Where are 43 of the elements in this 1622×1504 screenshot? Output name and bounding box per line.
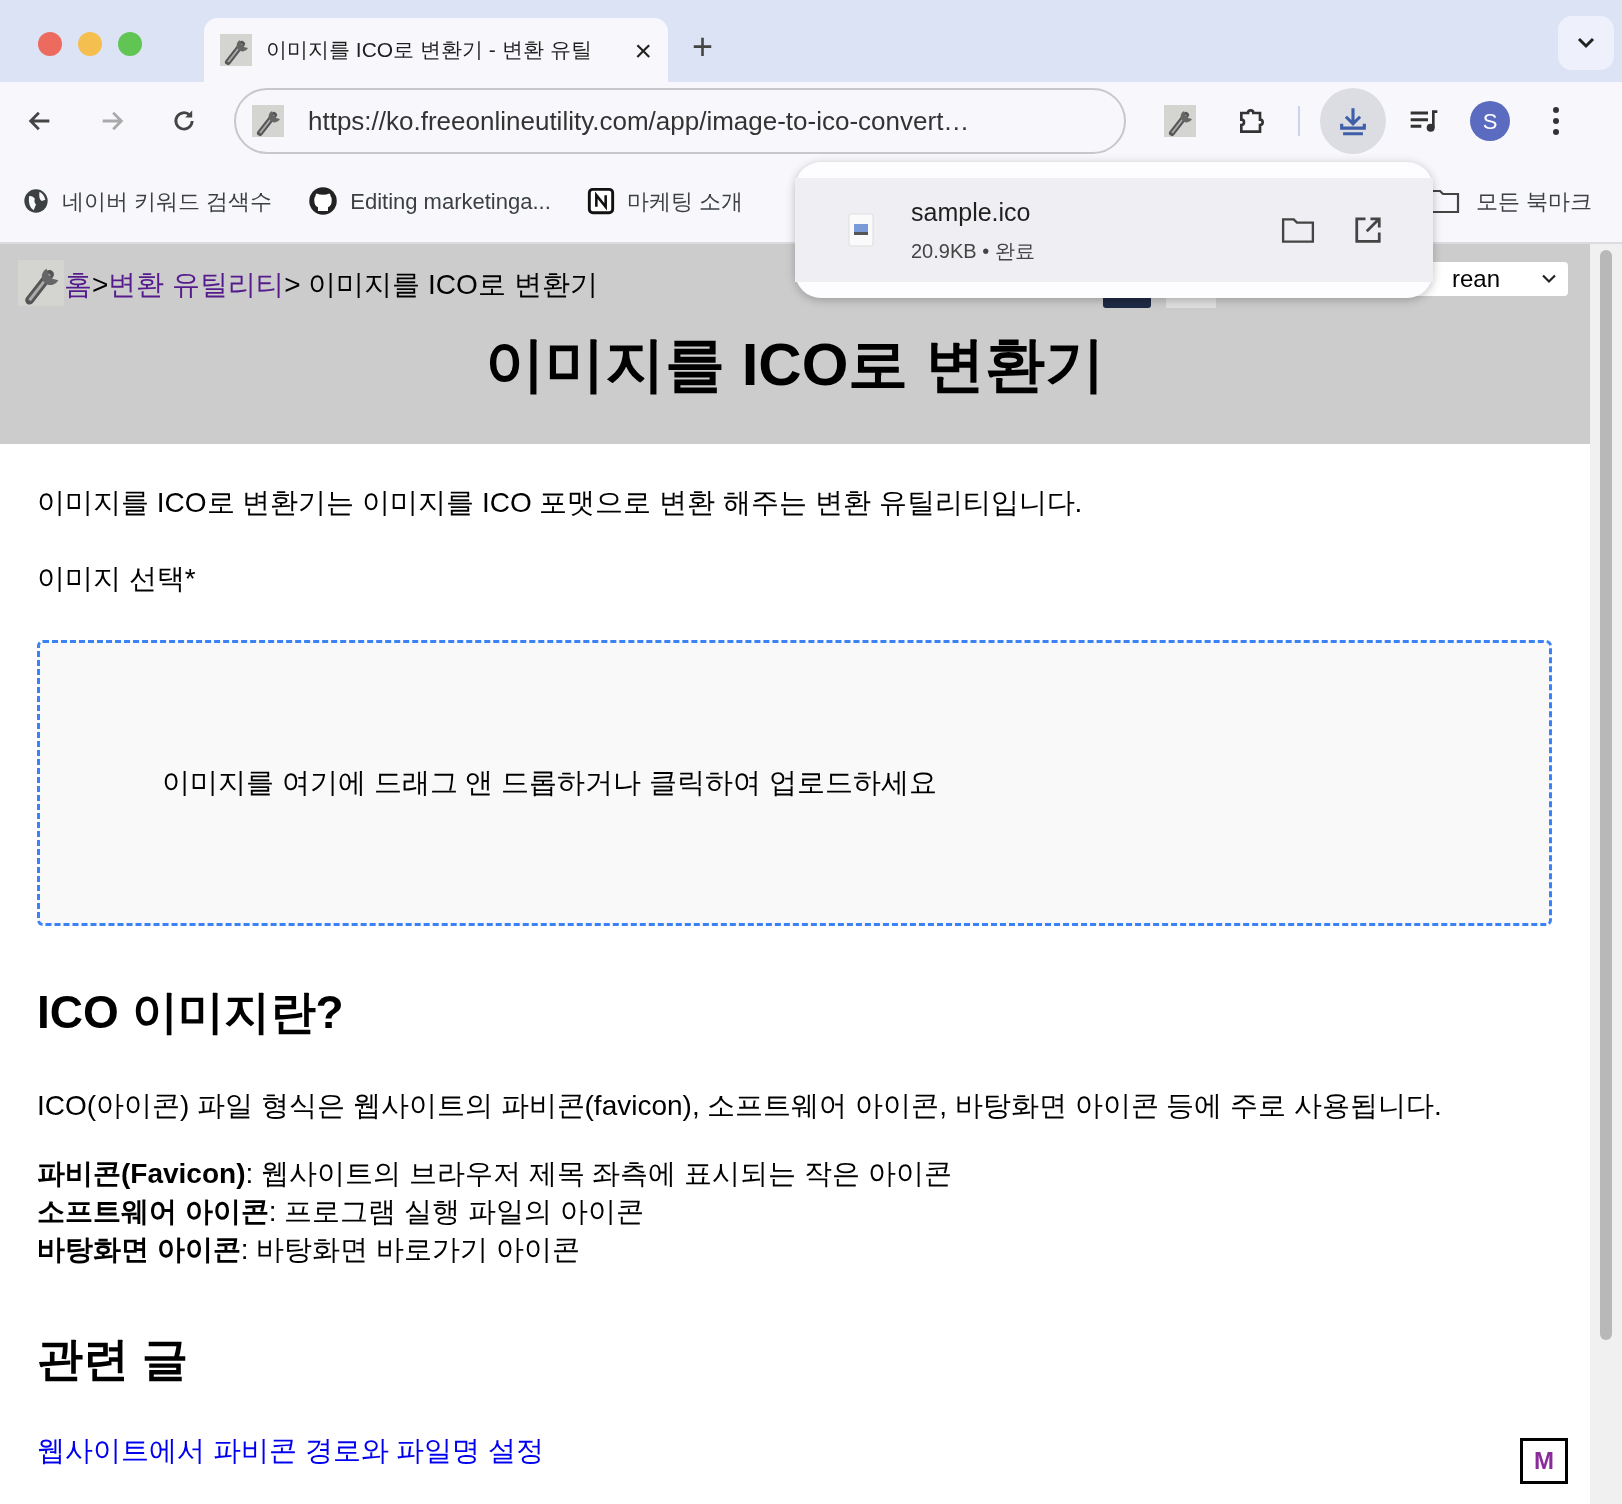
section-heading: 관련 글 bbox=[37, 1332, 189, 1387]
upload-dropzone[interactable]: 이미지를 여기에 드래그 앤 드롭하거나 클릭하여 업로드하세요 bbox=[37, 640, 1552, 926]
file-status: 20.9KB • 완료 bbox=[911, 238, 1035, 264]
folder-icon[interactable] bbox=[1281, 216, 1315, 244]
bookmark-item[interactable]: Editing marketinga... bbox=[308, 184, 551, 218]
bookmark-item[interactable]: 마케팅 소개 bbox=[586, 184, 743, 218]
tab-list-button[interactable] bbox=[1558, 16, 1614, 70]
address-bar[interactable]: https://ko.freeonlineutility.com/app/image-to-ico-convert… bbox=[234, 88, 1126, 154]
chevron-down-icon bbox=[1576, 36, 1596, 50]
breadcrumb-separator: > bbox=[92, 268, 109, 302]
new-tab-button[interactable]: + bbox=[692, 20, 714, 74]
definition-line: 소프트웨어 아이콘: 프로그램 실행 파일의 아이콘 bbox=[37, 1195, 645, 1229]
bookmark-item[interactable]: 네이버 키워드 검색수 bbox=[22, 184, 273, 218]
open-external-icon[interactable] bbox=[1353, 215, 1383, 245]
profile-avatar[interactable]: S bbox=[1470, 101, 1510, 141]
corner-logo[interactable]: M bbox=[1520, 1438, 1568, 1484]
breadcrumb-link[interactable]: 변환 유틸리티 bbox=[108, 264, 285, 306]
page-title: 이미지를 ICO로 변환기 bbox=[484, 330, 1106, 400]
file-icon bbox=[845, 210, 877, 250]
menu-icon[interactable] bbox=[1552, 106, 1560, 136]
tab-favicon-icon bbox=[220, 34, 252, 66]
site-favicon-icon bbox=[252, 105, 284, 137]
tab-title: 이미지를 ICO로 변환기 - 변환 유틸 bbox=[266, 37, 592, 64]
section-heading: ICO 이미지란? bbox=[37, 985, 345, 1040]
intro-text: 이미지를 ICO로 변환기는 이미지를 ICO 포맷으로 변환 해주는 변환 유틸리티입니다. bbox=[37, 486, 1084, 520]
definition-line: 바탕화면 아이콘: 바탕화면 바로가기 아이콘 bbox=[37, 1233, 581, 1267]
browser-tab[interactable]: 이미지를 ICO로 변환기 - 변환 유틸 × bbox=[204, 18, 668, 82]
notion-icon bbox=[586, 187, 615, 215]
breadcrumb-link[interactable]: 홈 bbox=[64, 264, 92, 306]
description-text: ICO(아이콘) 파일 형식은 웹사이트의 파비콘(favicon), 소프트웨어 아이콘, 바탕화면 아이콘 등에 주로 사용됩니다. bbox=[37, 1089, 1443, 1123]
site-logo-icon bbox=[18, 260, 64, 306]
close-tab-button[interactable]: × bbox=[634, 27, 652, 73]
definition-line: 파비콘(Favicon): 웹사이트의 브라우저 제목 좌측에 표시되는 작은 아이콘 bbox=[37, 1157, 953, 1191]
globe-icon bbox=[22, 187, 50, 215]
related-article-link[interactable]: 웹사이트에서 파비콘 경로와 파일명 설정 bbox=[37, 1435, 545, 1466]
github-icon bbox=[308, 186, 339, 216]
file-name: sample.ico bbox=[911, 197, 1032, 229]
breadcrumb-current: > 이미지를 ICO로 변환기 bbox=[284, 268, 598, 302]
extension-wrench-icon bbox=[1164, 105, 1196, 137]
scrollbar-thumb[interactable] bbox=[1600, 250, 1612, 1340]
field-label: 이미지 선택* bbox=[37, 562, 197, 596]
download-item[interactable]: sample.ico 20.9KB • 완료 bbox=[795, 178, 1433, 282]
chevron-down-icon bbox=[1540, 273, 1558, 285]
